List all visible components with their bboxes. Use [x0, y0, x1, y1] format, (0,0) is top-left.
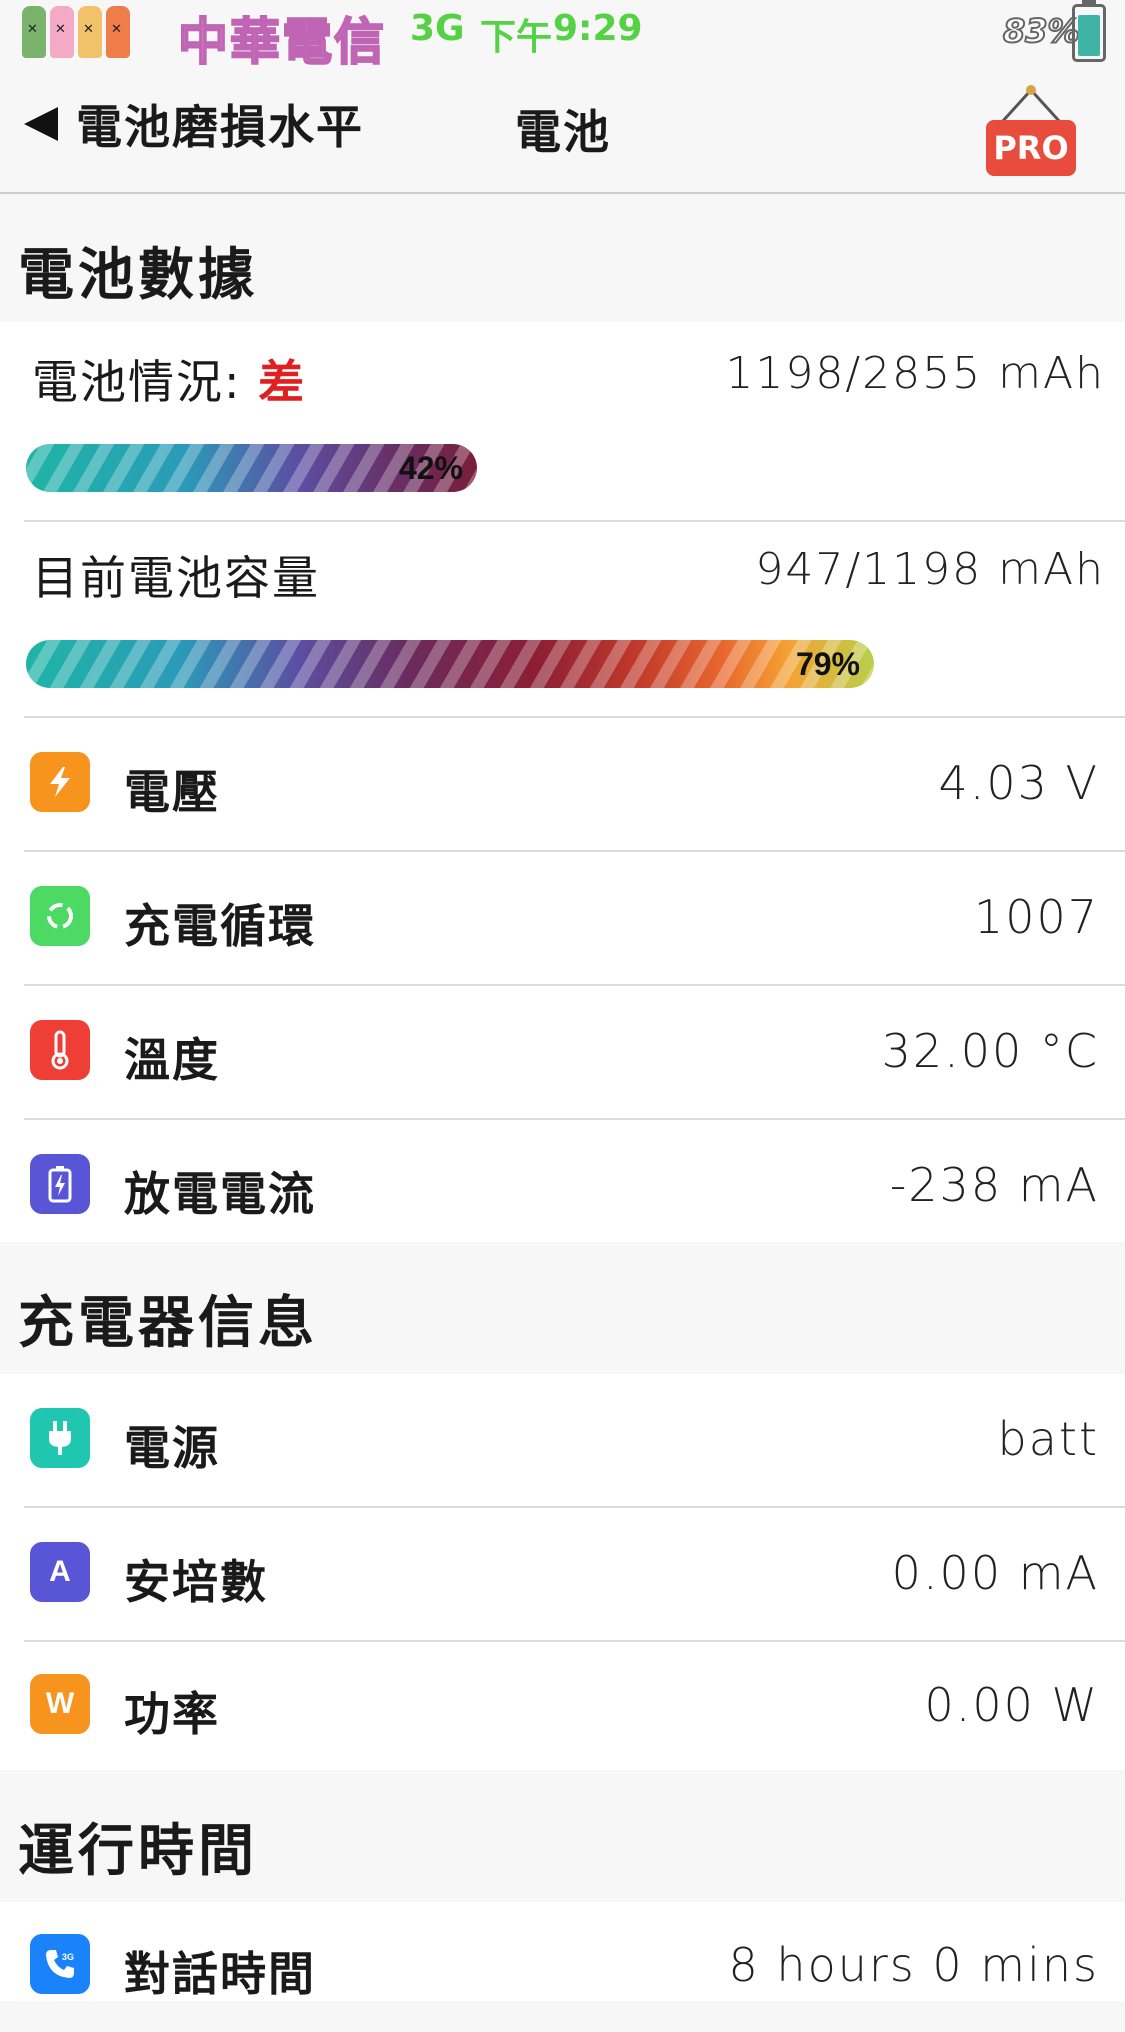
power-source-value: batt — [997, 1412, 1099, 1466]
temperature-value: 32.00 °C — [881, 1024, 1099, 1078]
thermometer-icon — [30, 1020, 90, 1080]
battery-health-percent: 42% — [398, 450, 463, 486]
discharge-current-row[interactable]: 放電電流 -238 mA — [0, 1120, 1125, 1252]
time-period: 下午 — [480, 17, 553, 58]
battery-health-label: 電池情況: 差 — [32, 346, 306, 412]
temperature-label: 溫度 — [124, 1033, 220, 1087]
watt-icon: W — [30, 1674, 90, 1734]
current-capacity-value: 947/1198 mAh — [755, 544, 1105, 595]
amperage-row[interactable]: A 安培數 0.00 mA — [0, 1508, 1125, 1640]
voltage-value: 4.03 V — [938, 756, 1099, 810]
talk-time-value: 8 hours 0 mins — [728, 1938, 1099, 1992]
cycle-icon — [30, 886, 90, 946]
carrier-logo-figures — [22, 6, 130, 58]
battery-health-title: 電池情況: — [32, 355, 242, 409]
talk-time-row[interactable]: 3G 對話時間 8 hours 0 mins — [0, 1900, 1125, 2032]
section-title: 運行時間 — [18, 1819, 258, 1884]
charge-cycles-value: 1007 — [973, 890, 1099, 944]
amperage-value: 0.00 mA — [891, 1546, 1099, 1600]
battery-percent: 83% — [1002, 11, 1081, 51]
doll-icon — [78, 6, 102, 58]
current-capacity-label: 目前電池容量 — [32, 551, 320, 605]
network-type: 3G — [410, 8, 465, 49]
page-title: 電池 — [515, 105, 611, 159]
phone-3g-icon: 3G — [30, 1934, 90, 1994]
charge-cycles-row[interactable]: 充電循環 1007 — [0, 852, 1125, 984]
hanging-string-icon — [1000, 85, 1062, 124]
pro-upgrade-button[interactable]: PRO — [986, 84, 1076, 176]
carrier-name: 中華電信 — [177, 12, 386, 72]
section-header-battery: 電池數據 — [0, 194, 1125, 322]
navigation-bar: 電池磨損水平 電池 PRO — [0, 66, 1125, 194]
power-label: 功率 — [124, 1687, 220, 1741]
svg-text:3G: 3G — [62, 1952, 74, 1962]
power-source-label: 電源 — [124, 1421, 220, 1475]
voltage-row[interactable]: 電壓 4.03 V — [0, 718, 1125, 850]
voltage-label: 電壓 — [124, 765, 220, 819]
bolt-icon — [30, 752, 90, 812]
doll-icon — [50, 6, 74, 58]
talk-time-label: 對話時間 — [124, 1947, 316, 2001]
battery-health-progress-bar: 42% — [26, 444, 477, 492]
battery-health-status: 差 — [258, 355, 307, 409]
charger-info-panel: 電源 batt A 安培數 0.00 mA W 功率 0.00 W — [0, 1374, 1125, 1770]
power-source-row[interactable]: 電源 batt — [0, 1374, 1125, 1506]
plug-icon — [30, 1408, 90, 1468]
runtime-panel: 3G 對話時間 8 hours 0 mins — [0, 1902, 1125, 2001]
doll-icon — [106, 6, 130, 58]
battery-data-panel: 電池情況: 差 1198/2855 mAh 42% 目前電池容量 947/119… — [0, 322, 1125, 1242]
amperage-label: 安培數 — [124, 1555, 268, 1609]
section-header-runtime: 運行時間 — [0, 1770, 1125, 1898]
section-title: 充電器信息 — [18, 1291, 318, 1356]
discharge-current-value: -238 mA — [889, 1158, 1099, 1212]
clock: 9:29 — [553, 8, 643, 49]
current-capacity-percent: 79% — [795, 646, 860, 682]
back-button[interactable]: 電池磨損水平 — [24, 94, 364, 154]
section-header-charger: 充電器信息 — [0, 1242, 1125, 1370]
battery-health-value: 1198/2855 mAh — [725, 348, 1105, 399]
section-title: 電池數據 — [18, 243, 258, 308]
discharge-current-label: 放電電流 — [124, 1167, 316, 1221]
status-bar: 中華電信 3G 下午 9:29 83% — [0, 0, 1125, 72]
battery-status-icon — [1072, 0, 1106, 62]
ampere-icon: A — [30, 1542, 90, 1602]
back-arrow-icon — [24, 107, 58, 141]
power-row[interactable]: W 功率 0.00 W — [0, 1640, 1125, 1772]
temperature-row[interactable]: 溫度 32.00 °C — [0, 986, 1125, 1118]
power-value: 0.00 W — [924, 1678, 1099, 1732]
back-button-label: 電池磨損水平 — [76, 100, 364, 154]
current-capacity-progress-bar: 79% — [26, 640, 874, 688]
pro-badge-label: PRO — [986, 120, 1076, 176]
charge-cycles-label: 充電循環 — [124, 899, 316, 953]
doll-icon — [22, 6, 46, 58]
battery-icon — [30, 1154, 90, 1214]
